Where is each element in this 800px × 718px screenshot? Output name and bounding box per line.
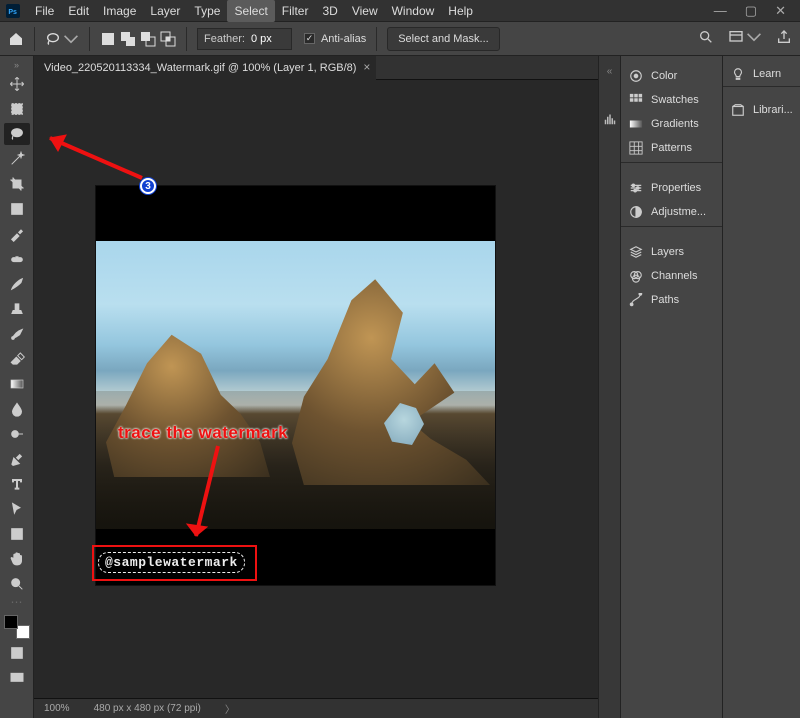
feather-label: Feather: — [204, 33, 245, 45]
blur-tool[interactable] — [4, 398, 30, 420]
menu-file[interactable]: File — [28, 0, 61, 22]
collapsed-panel-gutter: « — [598, 56, 620, 718]
color-swatches[interactable] — [4, 615, 30, 639]
type-tool[interactable] — [4, 473, 30, 495]
foreground-color-swatch[interactable] — [4, 615, 18, 629]
window-minimize-icon[interactable]: — — [714, 0, 727, 22]
histogram-icon[interactable] — [604, 113, 616, 128]
frame-tool[interactable] — [4, 198, 30, 220]
annotation-arrow-to-tool — [38, 130, 148, 190]
move-tool[interactable] — [4, 73, 30, 95]
panel-channels[interactable]: Channels — [621, 264, 722, 288]
annotation-step-badge: 3 — [140, 178, 156, 194]
dodge-tool[interactable] — [4, 423, 30, 445]
window-close-icon[interactable]: ✕ — [775, 0, 786, 22]
options-bar: Feather: 0 px Anti-alias Select and Mask… — [0, 22, 800, 56]
menu-image[interactable]: Image — [96, 0, 143, 22]
tools-column: » ⋯ — [0, 56, 34, 718]
selection-mode-group — [100, 27, 176, 51]
canvas-image — [292, 275, 490, 485]
panel-color[interactable]: Color — [621, 64, 722, 88]
panel-libraries[interactable]: Librari... — [723, 98, 800, 122]
panel-patterns[interactable]: Patterns — [621, 136, 722, 160]
feather-field: Feather: 0 px — [197, 28, 292, 50]
selection-intersect-icon[interactable] — [160, 27, 176, 51]
panel-gradients[interactable]: Gradients — [621, 112, 722, 136]
window-maximize-icon[interactable]: ▢ — [745, 0, 757, 22]
healing-brush-tool[interactable] — [4, 248, 30, 270]
watermark-selection: @samplewatermark — [98, 552, 245, 573]
canvas-viewport[interactable]: trace the watermark @samplewatermark 3 — [34, 80, 598, 698]
hand-tool[interactable] — [4, 548, 30, 570]
brush-tool[interactable] — [4, 273, 30, 295]
lasso-tool-icon[interactable] — [45, 27, 79, 51]
crop-tool[interactable] — [4, 173, 30, 195]
status-bar: 100% 480 px x 480 px (72 ppi) 〉 — [34, 698, 598, 718]
pen-tool[interactable] — [4, 448, 30, 470]
learn-panel-column: Learn Librari... — [722, 56, 800, 718]
document-tab-row: Video_220520113334_Watermark.gif @ 100% … — [34, 56, 598, 80]
panel-swatches[interactable]: Swatches — [621, 88, 722, 112]
history-brush-tool[interactable] — [4, 323, 30, 345]
close-tab-icon[interactable]: × — [363, 60, 370, 74]
selection-new-icon[interactable] — [100, 27, 116, 51]
panel-learn[interactable]: Learn — [723, 62, 800, 86]
share-icon[interactable] — [776, 29, 792, 48]
photoshop-logo: Ps — [6, 4, 20, 18]
menu-layer[interactable]: Layer — [143, 0, 187, 22]
gradient-tool[interactable] — [4, 373, 30, 395]
panels-column: Color Swatches Gradients Patterns Proper… — [620, 56, 722, 718]
quick-mask-tool[interactable] — [4, 642, 30, 664]
menu-select[interactable]: Select — [227, 0, 274, 22]
menu-type[interactable]: Type — [187, 0, 227, 22]
magic-wand-tool[interactable] — [4, 148, 30, 170]
panel-layers[interactable]: Layers — [621, 240, 722, 264]
shape-tool[interactable] — [4, 523, 30, 545]
antialias-checkbox[interactable]: Anti-alias — [304, 27, 366, 51]
panel-collapse-icon[interactable]: « — [607, 66, 613, 77]
feather-value[interactable]: 0 px — [251, 33, 285, 45]
canvas-image — [96, 241, 495, 529]
marquee-tool[interactable] — [4, 98, 30, 120]
panel-properties[interactable]: Properties — [621, 176, 722, 200]
menu-view[interactable]: View — [345, 0, 385, 22]
screen-mode-tool[interactable] — [4, 667, 30, 689]
select-and-mask-button[interactable]: Select and Mask... — [387, 27, 500, 51]
svg-text:Ps: Ps — [8, 8, 17, 15]
annotation-instruction: trace the watermark — [118, 423, 288, 443]
menu-window[interactable]: Window — [385, 0, 442, 22]
selection-subtract-icon[interactable] — [140, 27, 156, 51]
clone-stamp-tool[interactable] — [4, 298, 30, 320]
doc-dimensions: 480 px x 480 px (72 ppi) — [94, 703, 201, 714]
background-color-swatch[interactable] — [16, 625, 30, 639]
annotation-arrow-down — [178, 444, 248, 554]
menubar: Ps File Edit Image Layer Type Select Fil… — [0, 0, 800, 22]
zoom-level[interactable]: 100% — [44, 703, 70, 714]
panel-paths[interactable]: Paths — [621, 288, 722, 312]
eraser-tool[interactable] — [4, 348, 30, 370]
selection-add-icon[interactable] — [120, 27, 136, 51]
eyedropper-tool[interactable] — [4, 223, 30, 245]
lasso-tool[interactable] — [4, 123, 30, 145]
search-icon[interactable] — [698, 29, 714, 48]
tools-more-icon[interactable]: ⋯ — [11, 598, 23, 606]
menu-help[interactable]: Help — [441, 0, 480, 22]
antialias-check-icon — [304, 33, 315, 44]
antialias-label: Anti-alias — [321, 33, 366, 45]
menu-filter[interactable]: Filter — [275, 0, 316, 22]
tools-grip-icon[interactable]: » — [14, 60, 19, 70]
document-tab[interactable]: Video_220520113334_Watermark.gif @ 100% … — [34, 56, 376, 80]
document-tab-title: Video_220520113334_Watermark.gif @ 100% … — [44, 62, 356, 74]
canvas[interactable]: trace the watermark @samplewatermark — [96, 186, 495, 585]
document-area: Video_220520113334_Watermark.gif @ 100% … — [34, 56, 598, 718]
menu-edit[interactable]: Edit — [61, 0, 96, 22]
panel-adjustments[interactable]: Adjustme... — [621, 200, 722, 224]
home-icon[interactable] — [8, 27, 24, 51]
workspace-switcher-icon[interactable] — [728, 29, 762, 48]
status-chevron-icon[interactable]: 〉 — [225, 701, 235, 716]
menu-3d[interactable]: 3D — [315, 0, 344, 22]
path-selection-tool[interactable] — [4, 498, 30, 520]
zoom-tool[interactable] — [4, 573, 30, 595]
